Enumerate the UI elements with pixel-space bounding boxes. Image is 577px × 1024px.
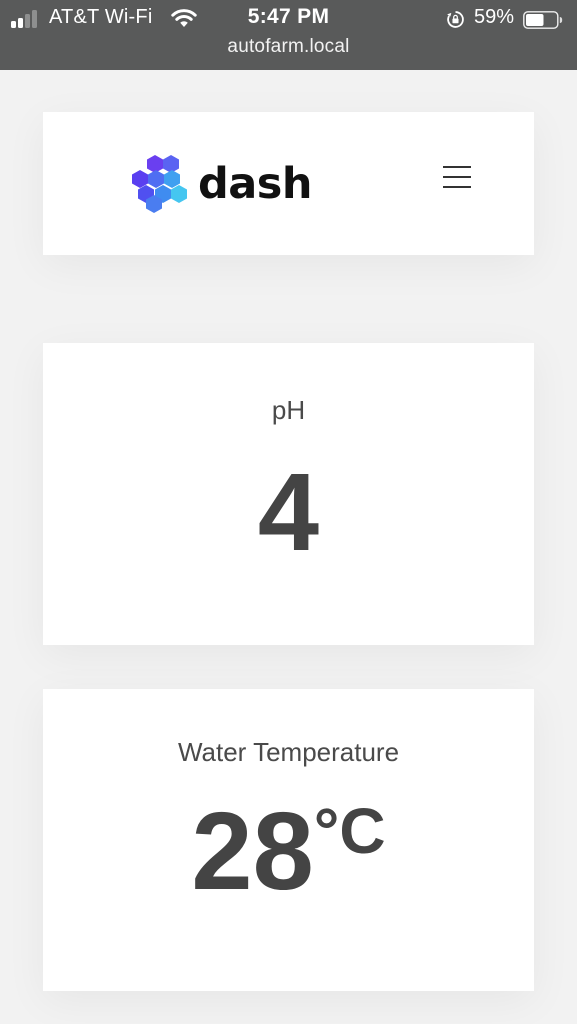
ph-label: pH xyxy=(271,395,306,425)
battery-percentage: 59% xyxy=(474,6,515,28)
battery-icon xyxy=(523,11,563,29)
header-card: dash xyxy=(43,112,534,255)
menu-line xyxy=(443,186,471,188)
temperature-unit: °C xyxy=(313,795,386,867)
url-bar[interactable]: autofarm.local xyxy=(0,36,577,58)
menu-line xyxy=(443,176,471,178)
dash-logo[interactable]: dash xyxy=(130,154,330,214)
ios-status-row: AT&T Wi-Fi 5:47 PM 59% xyxy=(0,4,577,32)
hexagon-cluster-icon xyxy=(132,155,187,213)
ph-value: 4 xyxy=(257,451,320,574)
water-temperature-card: Water Temperature 28°C xyxy=(43,689,534,991)
water-temperature-label: Water Temperature xyxy=(177,737,400,767)
orientation-lock-icon xyxy=(447,11,464,28)
water-temperature-value: 28 xyxy=(191,790,314,913)
water-temperature-reading: 28°C xyxy=(43,797,534,907)
logo-wordmark: dash xyxy=(198,159,313,209)
menu-line xyxy=(443,166,471,168)
ph-card: pH 4 xyxy=(43,343,534,645)
page-content: dash pH 4 Water Temperature 28°C xyxy=(0,70,577,1024)
hamburger-menu-button[interactable] xyxy=(441,164,475,190)
browser-status-bar: AT&T Wi-Fi 5:47 PM 59% autofarm.local xyxy=(0,0,577,70)
